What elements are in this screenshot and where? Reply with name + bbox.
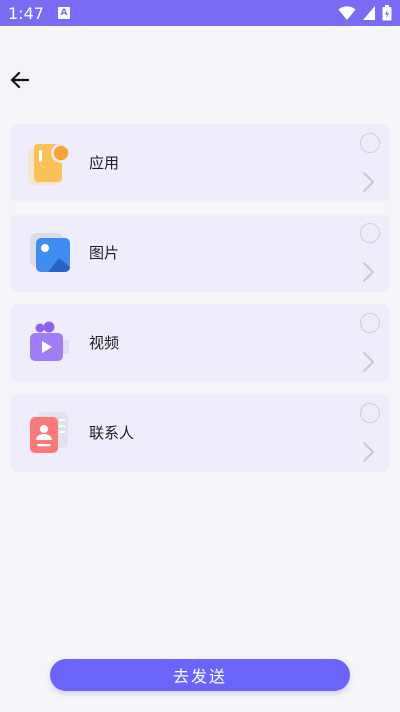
category-label: 联系人 — [89, 424, 135, 442]
category-radio[interactable] — [360, 403, 380, 423]
chevron-right-icon — [363, 262, 374, 282]
category-label: 视频 — [89, 334, 120, 352]
category-radio[interactable] — [360, 133, 380, 153]
chevron-right-icon — [363, 352, 374, 372]
status-icons — [338, 5, 392, 21]
category-label: 应用 — [89, 154, 120, 172]
contact-icon — [26, 409, 76, 459]
wifi-icon — [338, 6, 356, 20]
back-button[interactable] — [8, 68, 32, 92]
status-time: 1:47 — [8, 3, 44, 23]
arrow-left-icon — [10, 71, 30, 89]
category-label: 图片 — [89, 244, 120, 262]
category-item-image[interactable]: 图片 — [10, 214, 390, 292]
notification-a-icon: A — [57, 7, 70, 19]
status-bar: 1:47 A — [0, 0, 400, 26]
image-icon — [26, 229, 76, 279]
category-radio[interactable] — [360, 223, 380, 243]
category-list: 应用 图片 视频 联系人 — [10, 124, 390, 484]
video-icon — [26, 319, 76, 369]
send-button[interactable]: 去发送 — [50, 659, 350, 691]
chevron-right-icon — [363, 172, 374, 192]
category-item-contact[interactable]: 联系人 — [10, 394, 390, 472]
category-item-app[interactable]: 应用 — [10, 124, 390, 202]
battery-icon — [382, 5, 392, 21]
chevron-right-icon — [363, 442, 374, 462]
app-icon — [26, 139, 76, 189]
signal-icon — [363, 6, 375, 20]
category-radio[interactable] — [360, 313, 380, 333]
category-item-video[interactable]: 视频 — [10, 304, 390, 382]
